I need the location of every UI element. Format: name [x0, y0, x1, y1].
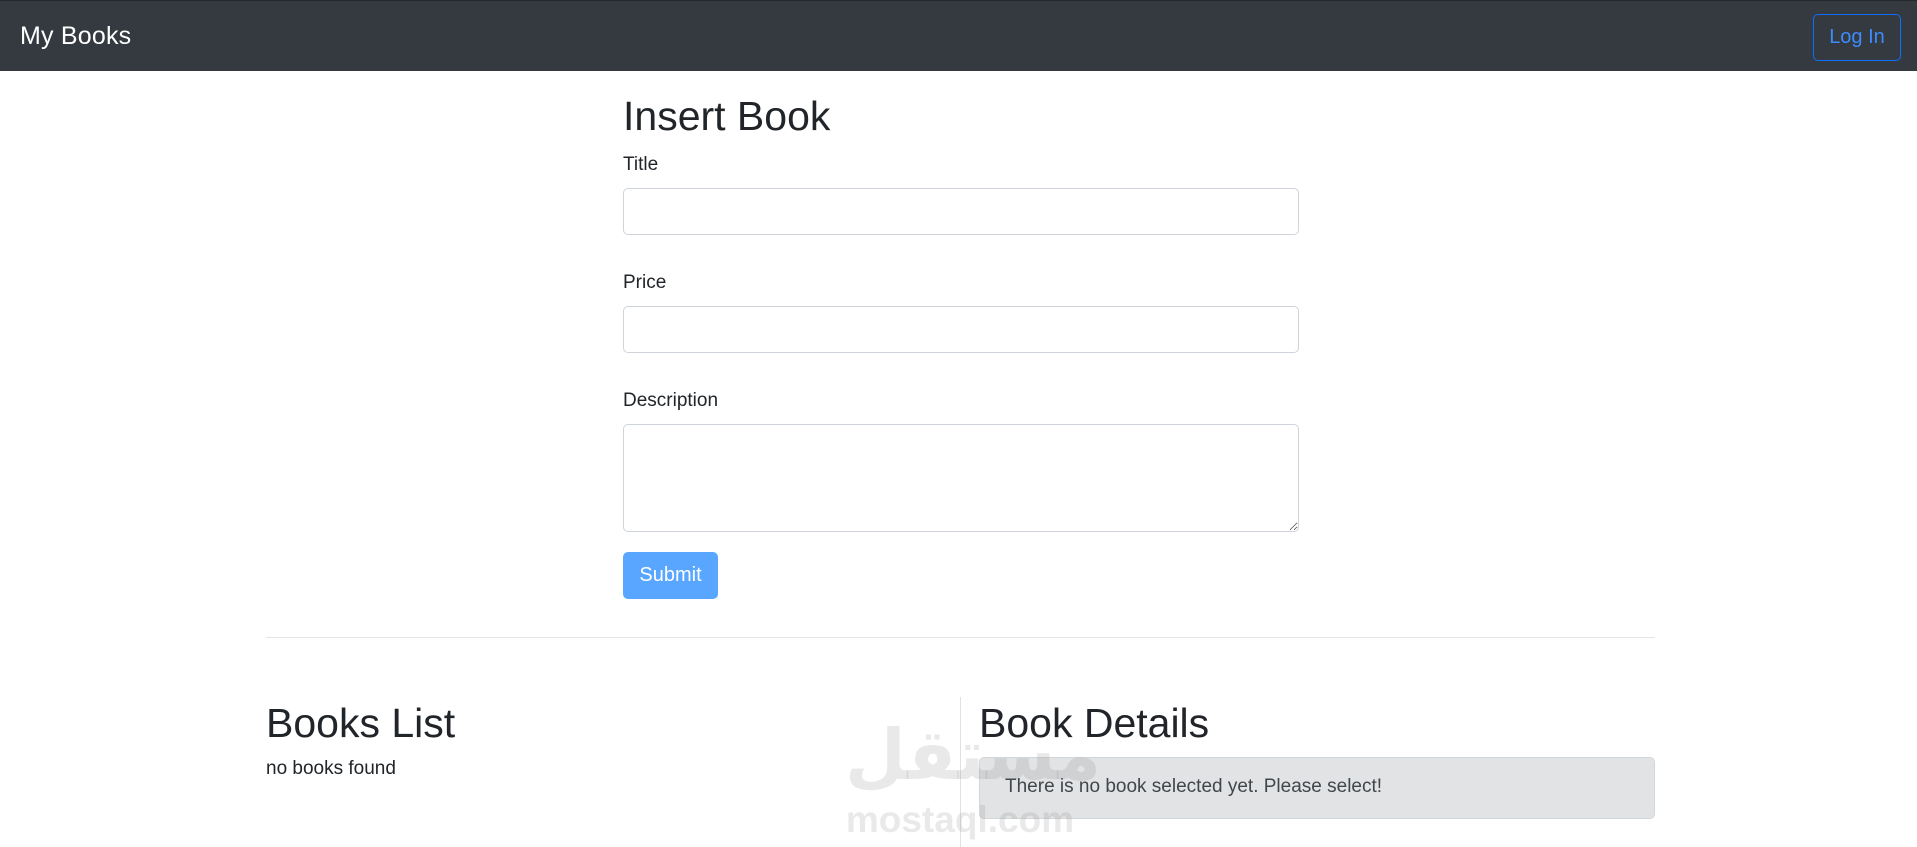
- no-selection-alert: There is no book selected yet. Please se…: [979, 757, 1655, 819]
- insert-book-form: Insert Book Title Price Description Subm…: [623, 90, 1299, 599]
- title-label: Title: [623, 154, 659, 175]
- book-details-title: Book Details: [979, 700, 1210, 746]
- insert-book-title: Insert Book: [623, 93, 831, 139]
- title-input[interactable]: [623, 188, 1299, 235]
- books-empty-message: no books found: [266, 758, 396, 779]
- price-input[interactable]: [623, 306, 1299, 353]
- navbar: My Books Log In: [0, 0, 1917, 71]
- book-details-section: Book Details There is no book selected y…: [979, 697, 1655, 819]
- books-list-section: Books List no books found: [266, 697, 959, 781]
- column-divider: [960, 697, 961, 847]
- section-divider: [266, 637, 1655, 638]
- login-button[interactable]: Log In: [1813, 14, 1901, 61]
- brand-logo-text[interactable]: My Books: [20, 22, 131, 51]
- description-label: Description: [623, 390, 719, 411]
- books-list-title: Books List: [266, 700, 456, 746]
- submit-button[interactable]: Submit: [623, 552, 718, 599]
- description-textarea[interactable]: [623, 424, 1299, 532]
- price-label: Price: [623, 272, 667, 293]
